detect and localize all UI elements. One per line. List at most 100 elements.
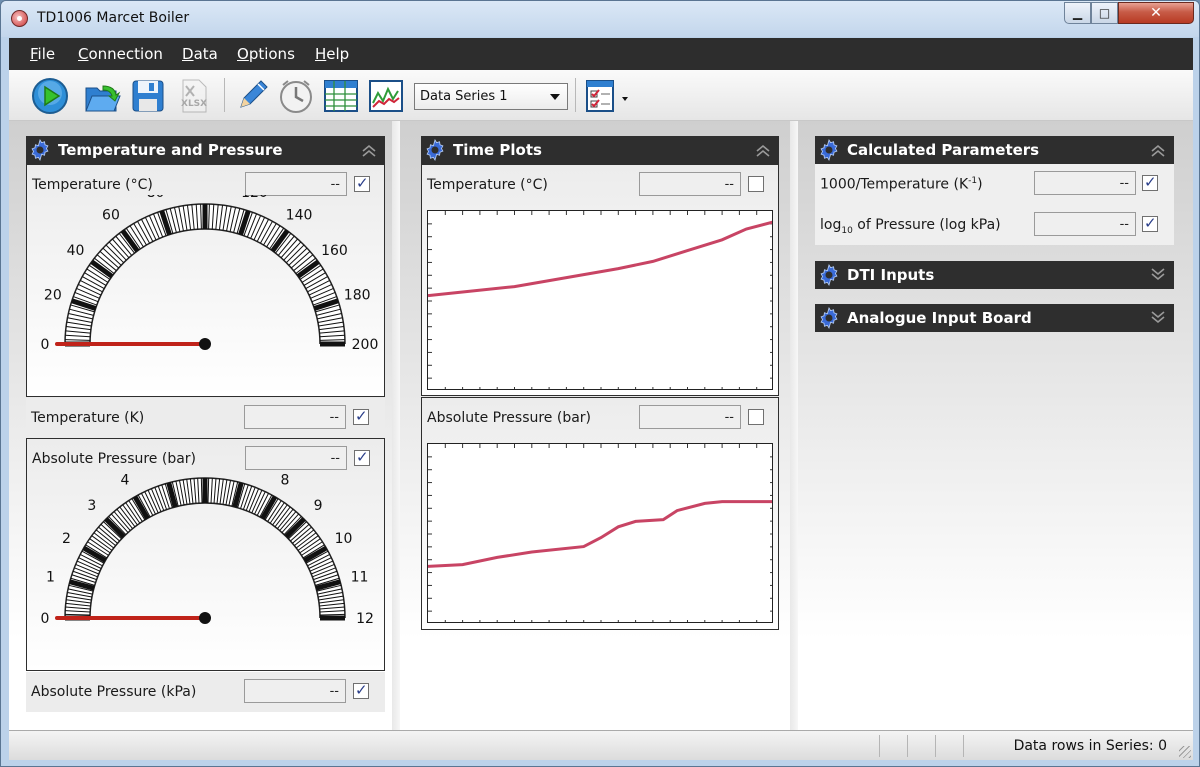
temperature-plot-trace <box>428 220 772 298</box>
main-content: Temperature and Pressure Temperature (°C… <box>9 121 1193 730</box>
log-pressure-value: -- <box>1034 212 1136 236</box>
time-plots-title: Time Plots <box>453 141 542 159</box>
pressure-gauge-tick-label: 1 <box>46 570 55 586</box>
menu-options-mnemonic: O <box>237 45 249 63</box>
collapse-chevron-icon[interactable] <box>361 142 377 158</box>
pressure-plot-panel: Absolute Pressure (bar) -- <box>421 397 779 630</box>
pressure-gauge: 0123456789101112 <box>41 469 374 627</box>
status-bar: Data rows in Series: 0 <box>9 730 1193 760</box>
dti-inputs-header[interactable]: DTI Inputs <box>815 261 1174 289</box>
pressure-gauge-minor-tick <box>207 478 210 504</box>
chart-icon[interactable] <box>367 77 405 115</box>
menu-file-mnemonic: F <box>30 45 38 63</box>
pressure-gauge-panel: Absolute Pressure (bar) -- 0123456789101… <box>26 438 385 671</box>
pressure-gauge-tick-label: 0 <box>41 611 50 627</box>
resize-grip-icon[interactable] <box>1179 746 1191 758</box>
collapse-chevron-icon[interactable] <box>1150 142 1166 158</box>
temperature-time-plot[interactable] <box>427 210 773 390</box>
gear-icon <box>820 139 838 161</box>
time-plots-header[interactable]: Time Plots <box>421 136 779 164</box>
pressure-gauge-minor-tick <box>200 478 203 504</box>
status-divider <box>879 735 880 757</box>
temperature-k-label: Temperature (K) <box>31 410 145 426</box>
temperature-plot-panel: Temperature (°C) -- <box>421 164 779 396</box>
temperature-gauge-tick-label: 120 <box>241 195 268 201</box>
plot-temperature-checkbox[interactable] <box>748 176 764 192</box>
abs-pressure-kpa-checkbox[interactable] <box>353 681 369 699</box>
temperature-gauge-tick-label: 200 <box>352 337 379 353</box>
expand-chevron-icon[interactable] <box>1150 310 1166 326</box>
menu-data-mnemonic: D <box>182 45 194 63</box>
toolbar-separator <box>575 78 576 112</box>
save-icon[interactable] <box>129 77 167 115</box>
analogue-input-title: Analogue Input Board <box>847 309 1032 327</box>
pressure-gauge-tick-label: 9 <box>314 498 323 514</box>
temperature-gauge-needle-hub <box>199 338 211 350</box>
menu-help-label: elp <box>326 45 350 63</box>
inv-temperature-checkbox[interactable] <box>1142 173 1158 191</box>
abs-pressure-bar-value: -- <box>245 446 347 470</box>
pressure-plot-trace <box>428 500 772 568</box>
menu-options[interactable]: Options <box>237 45 295 63</box>
minimize-button[interactable]: ▁ <box>1064 2 1091 24</box>
export-xlsx-icon[interactable]: XLSX <box>175 77 213 115</box>
log-pressure-label-rest: of Pressure (log kPa) <box>852 217 1001 233</box>
calculated-parameters-header[interactable]: Calculated Parameters <box>815 136 1174 164</box>
menu-bar: File Connection Data Options Help <box>9 38 1193 70</box>
pencil-icon[interactable] <box>233 77 271 115</box>
pressure-gauge-tick-label: 8 <box>281 472 290 488</box>
app-icon[interactable] <box>11 10 28 27</box>
temperature-gauge-tick-label: 40 <box>67 243 85 259</box>
abs-pressure-kpa-label: Absolute Pressure (kPa) <box>31 684 197 700</box>
inv-temperature-label: 1000/Temperature (K-1) <box>820 176 983 193</box>
maximize-button[interactable]: □ <box>1091 2 1118 24</box>
plot-pressure-checkbox[interactable] <box>748 409 764 425</box>
temperature-c-label: Temperature (°C) <box>32 177 153 193</box>
collapse-chevron-icon[interactable] <box>755 142 771 158</box>
temperature-gauge-tick-label: 160 <box>321 243 348 259</box>
temperature-k-checkbox[interactable] <box>353 407 369 425</box>
status-divider <box>935 735 936 757</box>
menu-data[interactable]: Data <box>182 45 218 63</box>
pressure-gauge-tick-label: 11 <box>351 570 369 586</box>
column-divider[interactable] <box>392 121 400 730</box>
menu-connection-label: onnection <box>88 45 163 63</box>
pressure-gauge-needle-hub <box>199 612 211 624</box>
pressure-gauge-tick-label: 3 <box>87 498 96 514</box>
expand-chevron-icon[interactable] <box>1150 267 1166 283</box>
inv-temperature-value: -- <box>1034 171 1136 195</box>
pressure-gauge-tick-label: 2 <box>62 531 71 547</box>
temperature-k-row: Temperature (K) -- <box>26 398 385 438</box>
dropdown-arrow-icon <box>550 94 560 100</box>
menu-help[interactable]: Help <box>315 45 349 63</box>
column-divider[interactable] <box>790 121 798 730</box>
plot-pressure-value: -- <box>639 405 741 429</box>
xlsx-label: XLSX <box>181 99 208 109</box>
temp-pressure-header[interactable]: Temperature and Pressure <box>26 136 385 164</box>
table-icon[interactable] <box>322 77 360 115</box>
status-divider <box>907 735 908 757</box>
temperature-gauge-tick-label: 80 <box>147 195 165 201</box>
analogue-input-header[interactable]: Analogue Input Board <box>815 304 1174 332</box>
temperature-c-value: -- <box>245 172 347 196</box>
toolbar-separator <box>224 78 225 112</box>
close-button[interactable]: ✕ <box>1118 2 1194 24</box>
temperature-c-checkbox[interactable] <box>354 174 370 192</box>
menu-file[interactable]: File <box>30 45 55 63</box>
checklist-icon[interactable] <box>583 77 631 115</box>
pressure-gauge-tick-label: 7 <box>242 469 251 472</box>
play-icon[interactable] <box>31 77 69 115</box>
data-series-select[interactable]: Data Series 1 <box>414 83 568 110</box>
gear-icon <box>426 139 444 161</box>
log-pressure-label-text: log <box>820 217 842 233</box>
log-pressure-checkbox[interactable] <box>1142 214 1158 232</box>
data-rows-status: Data rows in Series: 0 <box>1013 738 1167 754</box>
open-folder-icon[interactable] <box>83 77 121 115</box>
pressure-time-plot[interactable] <box>427 443 773 623</box>
temperature-gauge-tick-label: 0 <box>41 337 50 353</box>
inv-temperature-exponent: -1 <box>968 176 978 186</box>
title-bar[interactable]: TD1006 Marcet Boiler ▁ □ ✕ <box>1 1 1199 37</box>
abs-pressure-bar-checkbox[interactable] <box>354 448 370 466</box>
clock-icon[interactable] <box>277 77 315 115</box>
menu-connection[interactable]: Connection <box>78 45 163 63</box>
